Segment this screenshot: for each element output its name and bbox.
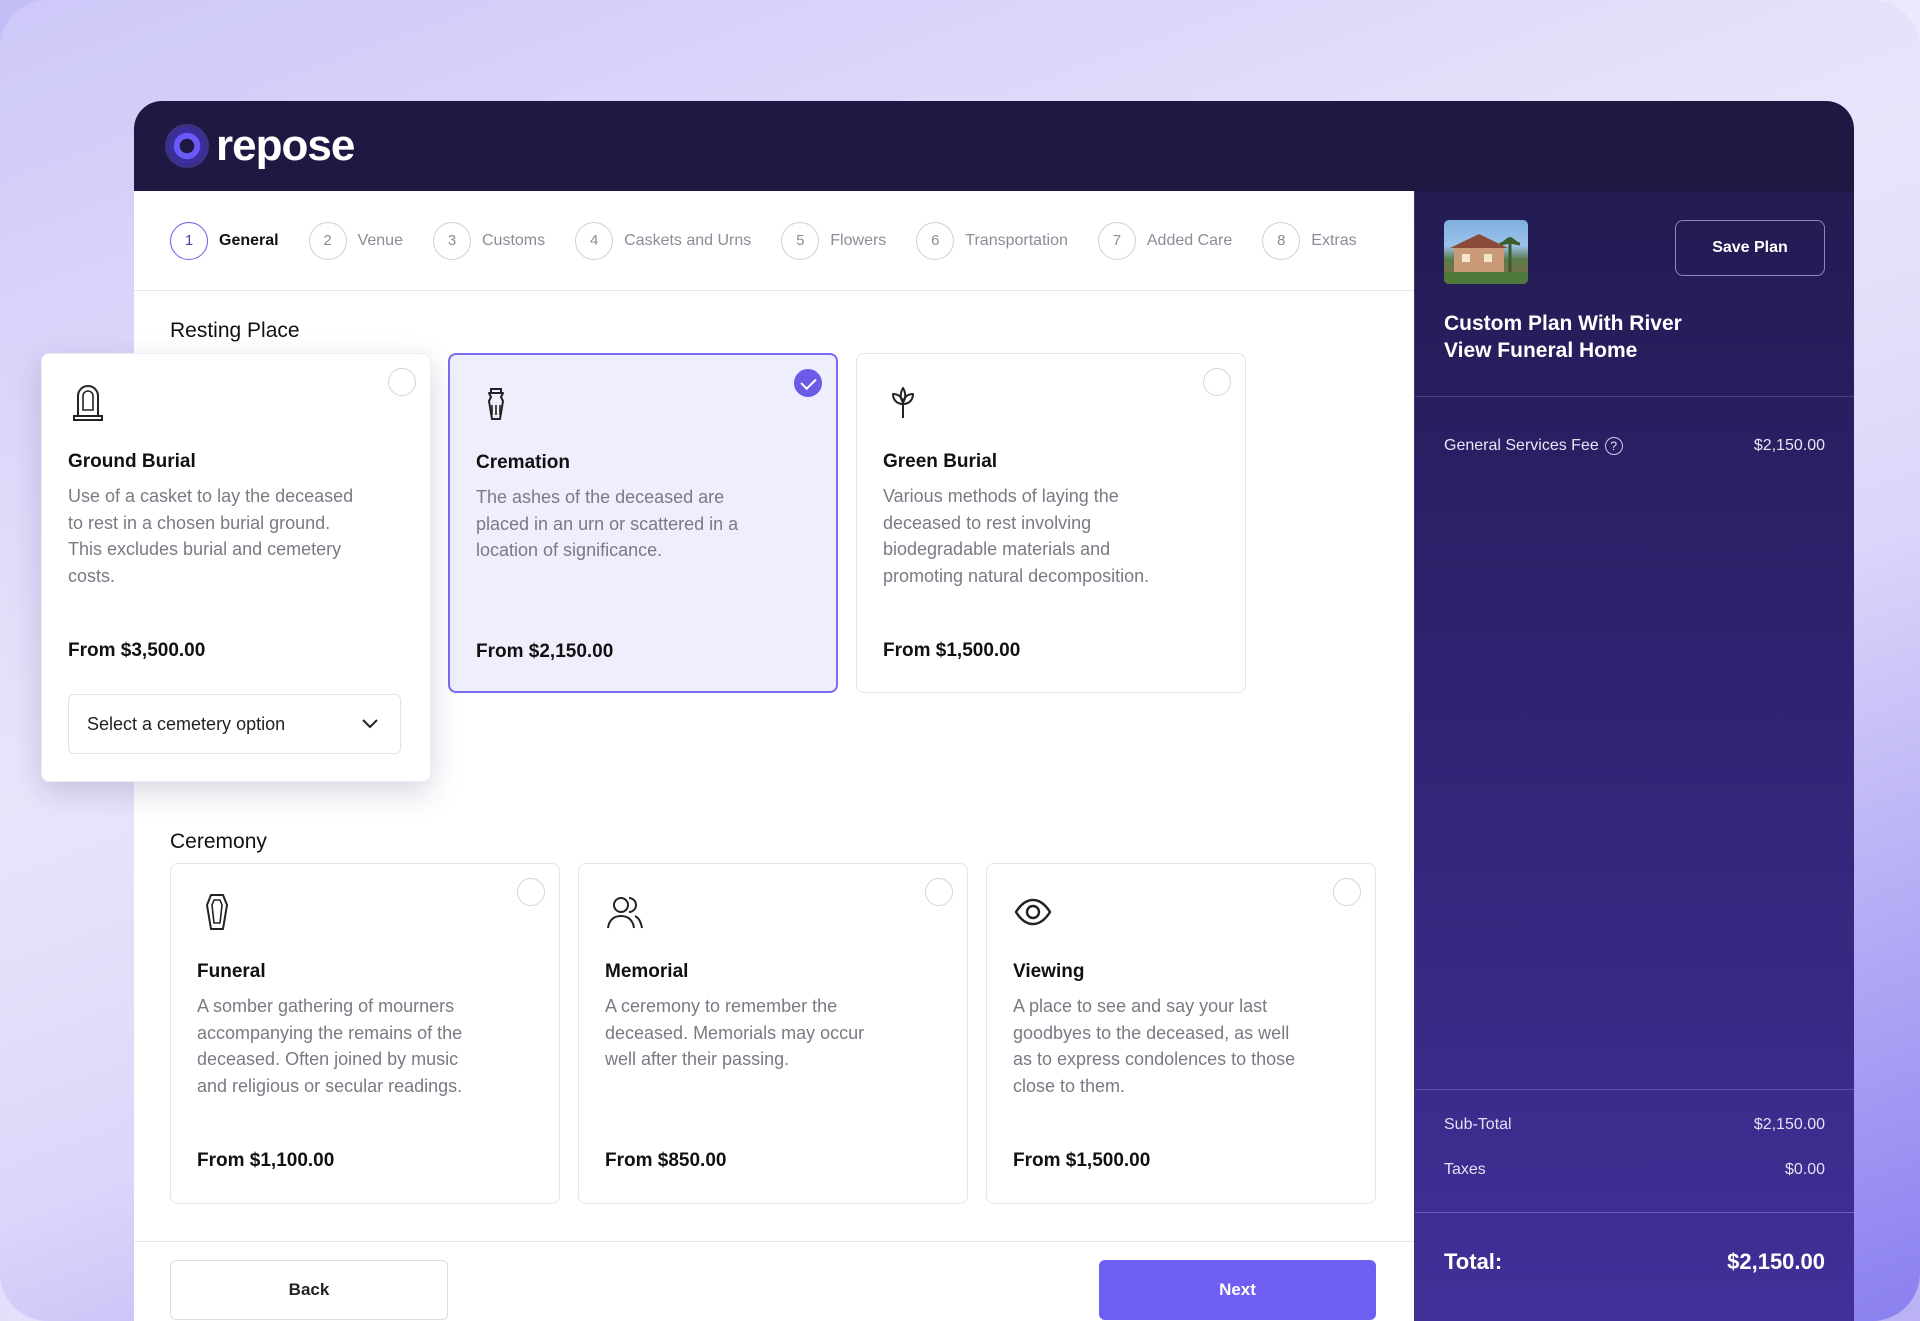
option-price: From $1,100.00 [197, 1150, 335, 1171]
radio-button[interactable] [517, 878, 545, 906]
step-caskets-and-urns[interactable]: 4 Caskets and Urns [575, 221, 752, 260]
step-number: 6 [916, 221, 955, 260]
option-title: Green Burial [883, 451, 998, 472]
step-number: 5 [781, 221, 820, 260]
radio-button[interactable] [1333, 878, 1361, 906]
radio-button[interactable] [925, 878, 953, 906]
step-venue[interactable]: 2 Venue [308, 221, 403, 260]
plan-summary-header: Save Plan Custom Plan With River View Fu… [1415, 191, 1854, 397]
taxes-row: Taxes $0.00 [1415, 1134, 1854, 1179]
step-general[interactable]: 1 General [170, 221, 279, 260]
check-icon[interactable] [794, 369, 822, 397]
total-value: $2,150.00 [1727, 1249, 1825, 1274]
step-label: Added Care [1146, 231, 1233, 249]
fee-row: General Services Fee? $2,150.00 [1444, 437, 1825, 455]
step-number: 7 [1097, 221, 1136, 260]
cemetery-select-label: Select a cemetery option [87, 713, 286, 734]
chevron-down-icon [362, 719, 378, 729]
option-description: The ashes of the deceased are placed in … [476, 487, 739, 560]
background: repose 1 General 2 Venue 3 Customs 4 Cas… [0, 0, 1920, 1321]
radio-button[interactable] [1203, 368, 1231, 396]
option-title: Ground Burial [68, 451, 196, 472]
option-card-funeral[interactable]: Funeral A somber gathering of mourners a… [170, 863, 560, 1204]
urn-icon [488, 388, 504, 420]
logo-text: repose [216, 121, 355, 170]
subtotal-value: $2,150.00 [1753, 1116, 1825, 1133]
option-card-viewing[interactable]: Viewing A place to see and say your last… [986, 863, 1376, 1204]
plan-title: Custom Plan With River View Funeral Home [1444, 312, 1682, 362]
next-button[interactable]: Next [1099, 1260, 1376, 1320]
sprout-icon [892, 387, 914, 418]
option-card-cremation[interactable]: Cremation The ashes of the deceased are … [448, 353, 838, 693]
funeral-home-thumbnail [1444, 220, 1528, 284]
subtotal-row: Sub-Total $2,150.00 [1415, 1090, 1854, 1134]
option-title: Viewing [1013, 961, 1085, 982]
ceremony-heading: Ceremony [170, 830, 267, 853]
option-description: A place to see and say your last goodbye… [1013, 996, 1296, 1096]
fee-label: General Services Fee [1444, 437, 1599, 455]
headstone-icon [73, 385, 103, 421]
back-button[interactable]: Back [170, 1260, 448, 1320]
subtotal-label: Sub-Total [1444, 1116, 1512, 1133]
totals: Sub-Total $2,150.00 Taxes $0.00 [1415, 1089, 1854, 1179]
option-card-ground-burial[interactable]: Ground Burial Use of a casket to lay the… [41, 353, 431, 782]
option-description: A ceremony to remember the deceased. Mem… [605, 996, 865, 1069]
option-title: Funeral [197, 961, 266, 982]
step-transportation[interactable]: 6 Transportation [916, 221, 1068, 260]
taxes-value: $0.00 [1784, 1161, 1825, 1178]
step-label: Customs [481, 231, 546, 249]
taxes-label: Taxes [1444, 1161, 1486, 1178]
house-image-icon [1444, 234, 1528, 284]
option-card-memorial[interactable]: Memorial A ceremony to remember the dece… [578, 863, 968, 1204]
step-number: 4 [575, 221, 614, 260]
help-icon[interactable]: ? [1604, 437, 1623, 455]
step-label: Transportation [965, 231, 1068, 249]
total-row: Total: $2,150.00 [1415, 1212, 1854, 1275]
option-price: From $1,500.00 [883, 640, 1021, 661]
step-label: General [219, 231, 279, 249]
eye-icon [1014, 898, 1052, 926]
option-price: From $850.00 [605, 1150, 727, 1171]
cemetery-select[interactable]: Select a cemetery option [68, 694, 401, 754]
save-plan-button[interactable]: Save Plan [1675, 220, 1825, 276]
option-description: A somber gathering of mourners accompany… [197, 996, 463, 1096]
option-card-green-burial[interactable]: Green Burial Various methods of laying t… [856, 353, 1246, 693]
step-added-care[interactable]: 7 Added Care [1097, 221, 1233, 260]
step-extras[interactable]: 8 Extras [1262, 221, 1357, 260]
fee-value: $2,150.00 [1753, 437, 1825, 454]
option-title: Cremation [476, 452, 570, 473]
option-price: From $3,500.00 [68, 640, 206, 661]
step-number: 8 [1262, 221, 1301, 260]
plan-summary-panel: Save Plan Custom Plan With River View Fu… [1414, 191, 1854, 1321]
resting-place-heading: Resting Place [170, 319, 300, 342]
option-title: Memorial [605, 961, 689, 982]
step-customs[interactable]: 3 Customs [432, 221, 546, 260]
top-bar: repose [134, 101, 1854, 191]
option-price: From $1,500.00 [1013, 1150, 1151, 1171]
coffin-icon [206, 894, 228, 930]
step-number: 1 [170, 221, 208, 260]
step-label: Venue [357, 231, 403, 249]
fee-label-group: General Services Fee? [1444, 437, 1623, 455]
stepper: 1 General 2 Venue 3 Customs 4 Caskets an… [134, 191, 1414, 291]
option-price: From $2,150.00 [476, 641, 614, 662]
radio-button[interactable] [388, 368, 416, 396]
step-label: Extras [1311, 231, 1357, 249]
step-number: 2 [308, 221, 347, 260]
total-label: Total: [1444, 1249, 1503, 1274]
logo[interactable]: repose [168, 121, 355, 171]
step-flowers[interactable]: 5 Flowers [781, 221, 887, 260]
step-number: 3 [432, 221, 471, 260]
footer-bar: Back Next [134, 1241, 1414, 1321]
people-icon [607, 897, 643, 929]
logo-mark-icon [168, 127, 206, 165]
option-description: Use of a casket to lay the deceased to r… [68, 486, 354, 586]
step-label: Caskets and Urns [624, 231, 752, 249]
step-label: Flowers [830, 231, 887, 249]
option-description: Various methods of laying the deceased t… [883, 486, 1150, 586]
